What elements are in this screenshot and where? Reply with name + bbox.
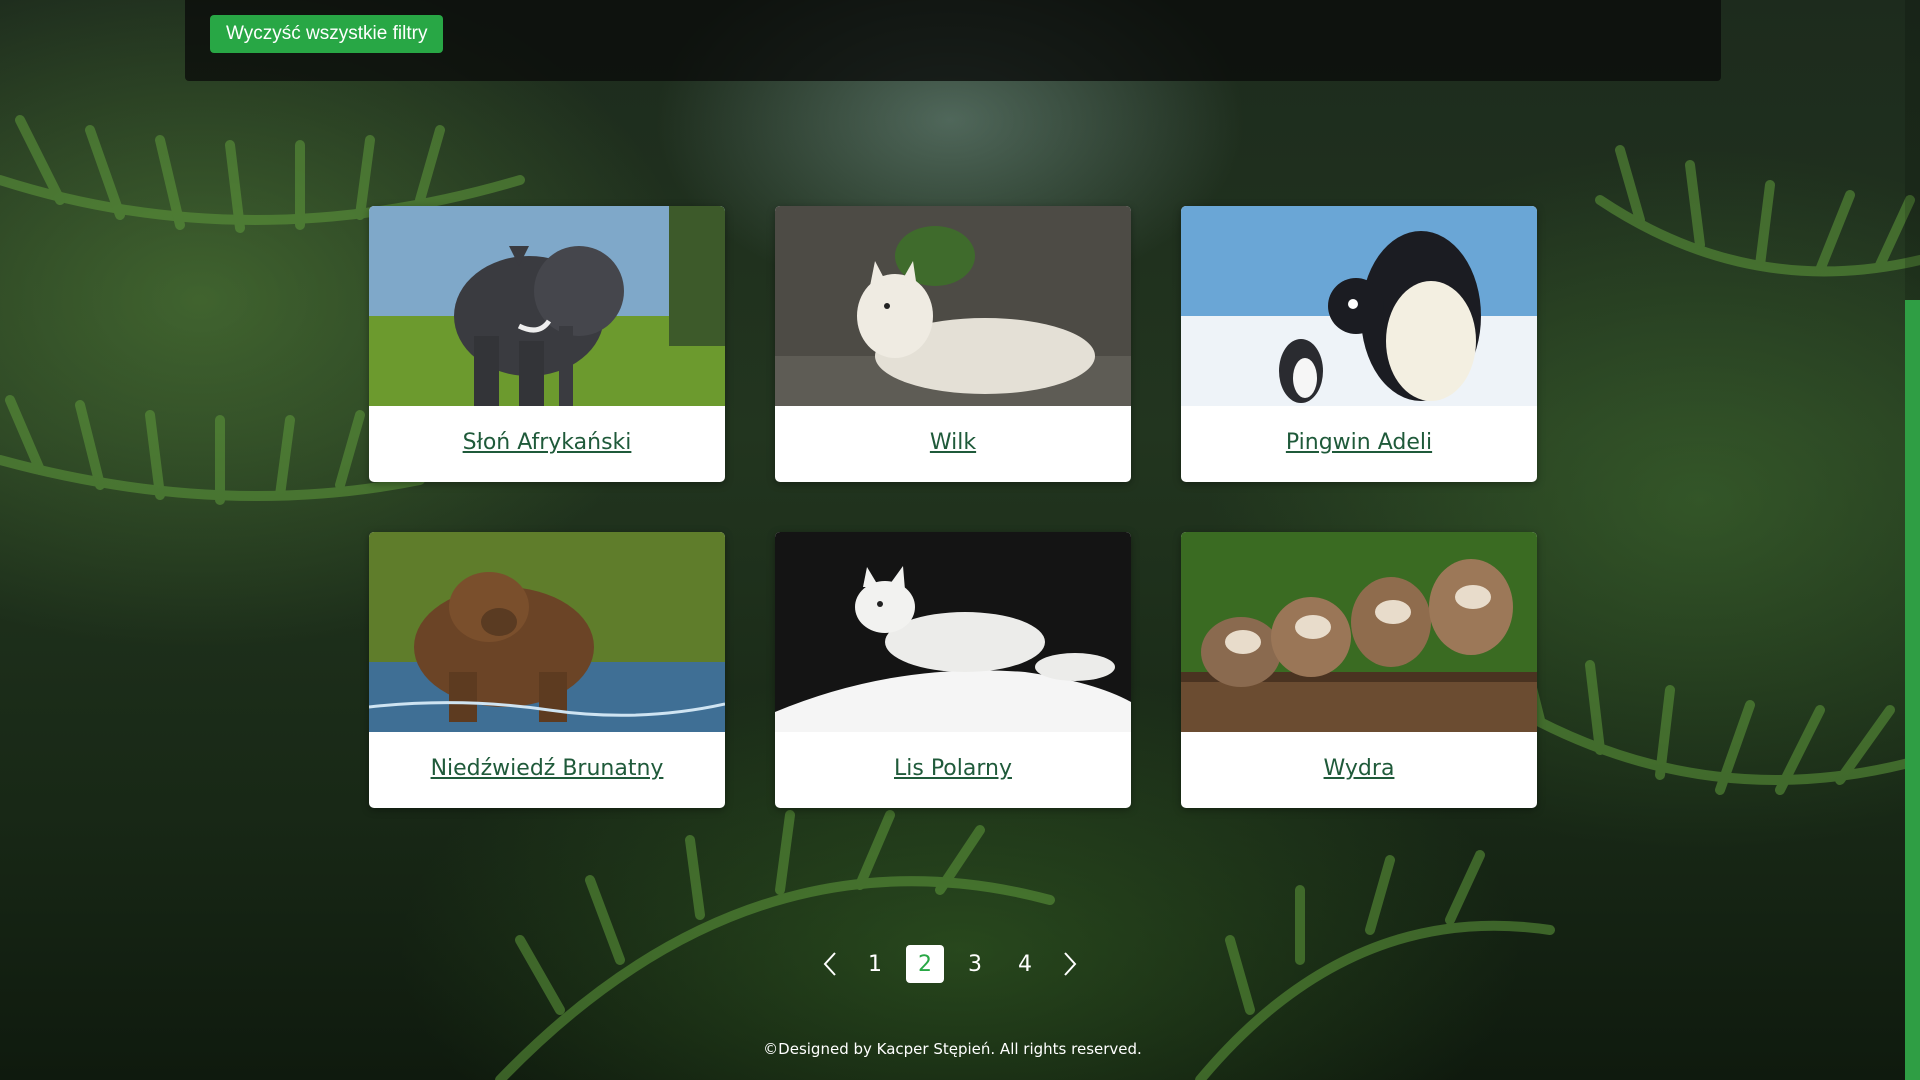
animal-name-link[interactable]: Wilk bbox=[775, 430, 1131, 455]
animal-card[interactable]: Lis Polarny bbox=[775, 532, 1131, 808]
bear-photo[interactable] bbox=[369, 532, 725, 732]
animal-card[interactable]: Słoń Afrykański bbox=[369, 206, 725, 482]
chevron-right-icon bbox=[1064, 952, 1077, 976]
page-1-button[interactable]: 1 bbox=[856, 945, 894, 983]
animal-name-link[interactable]: Pingwin Adeli bbox=[1181, 430, 1537, 455]
otter-photo[interactable] bbox=[1181, 532, 1537, 732]
animal-card[interactable]: Wydra bbox=[1181, 532, 1537, 808]
page-4-button[interactable]: 4 bbox=[1006, 945, 1044, 983]
chevron-left-icon bbox=[823, 952, 836, 976]
animal-card[interactable]: Wilk bbox=[775, 206, 1131, 482]
wolf-photo[interactable] bbox=[775, 206, 1131, 406]
next-page-button[interactable] bbox=[1050, 945, 1090, 983]
animal-name-link[interactable]: Lis Polarny bbox=[775, 756, 1131, 781]
footer-copyright: ©Designed by Kacper Stępień. All rights … bbox=[763, 1040, 1142, 1058]
clear-all-filters-button[interactable]: Wyczyść wszystkie filtry bbox=[210, 15, 444, 53]
scrollbar-thumb[interactable] bbox=[1905, 300, 1920, 1080]
animal-card[interactable]: Pingwin Adeli bbox=[1181, 206, 1537, 482]
pagination: 1 2 3 4 bbox=[810, 945, 1090, 983]
animal-name-link[interactable]: Niedźwiedź Brunatny bbox=[369, 756, 725, 781]
penguin-photo[interactable] bbox=[1181, 206, 1537, 406]
previous-page-button[interactable] bbox=[810, 945, 850, 983]
animal-card[interactable]: Niedźwiedź Brunatny bbox=[369, 532, 725, 808]
elephant-photo[interactable] bbox=[369, 206, 725, 406]
filter-bar: Wyczyść wszystkie filtry bbox=[185, 0, 1721, 81]
page-2-button-current[interactable]: 2 bbox=[906, 945, 944, 983]
scrollbar-track[interactable] bbox=[1905, 0, 1920, 1080]
arctic-fox-photo[interactable] bbox=[775, 532, 1131, 732]
animal-grid: Słoń Afrykański Wilk Pingwin Adeli Niedź… bbox=[369, 206, 1537, 808]
animal-name-link[interactable]: Słoń Afrykański bbox=[369, 430, 725, 455]
animal-name-link[interactable]: Wydra bbox=[1181, 756, 1537, 781]
page-3-button[interactable]: 3 bbox=[956, 945, 994, 983]
